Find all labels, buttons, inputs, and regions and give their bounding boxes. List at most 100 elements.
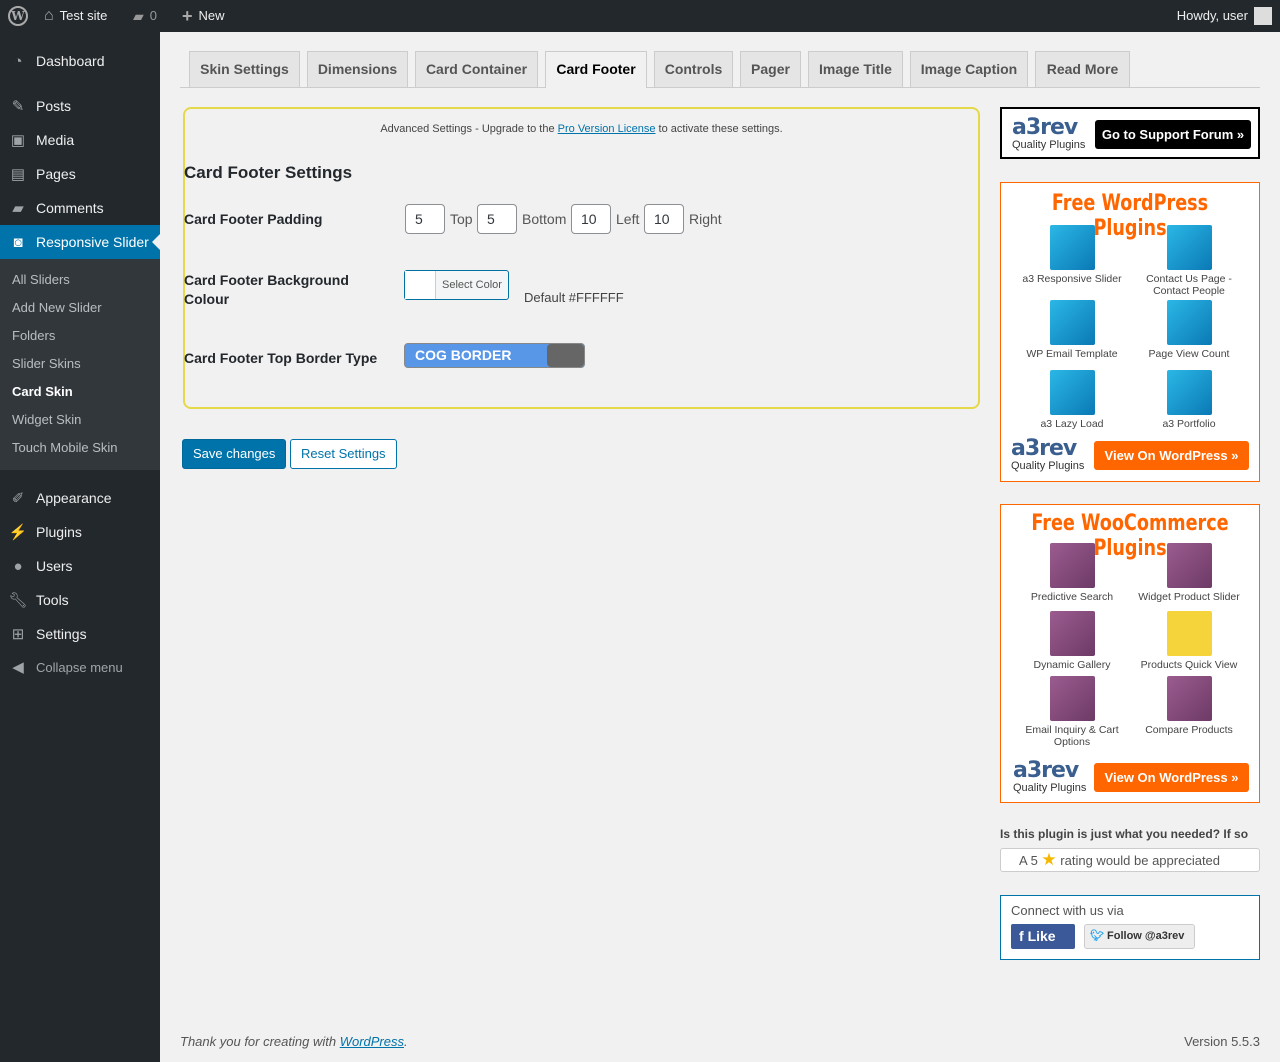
- submenu: All Sliders Add New Slider Folders Slide…: [0, 259, 160, 470]
- footer-thanks: Thank you for creating with WordPress.: [180, 1034, 408, 1049]
- support-panel: a3rev Quality Plugins Go to Support Forum…: [1000, 107, 1260, 159]
- admin-menu: ◔ Dashboard ✎ Posts ▣ Media ▤ Pages ▰ Comment…: [0, 32, 160, 1062]
- version-text: Version 5.5.3: [1184, 1034, 1260, 1049]
- padding-label: Card Footer Padding: [184, 211, 323, 227]
- border-type-label: Card Footer Top Border Type: [184, 350, 378, 366]
- plugin-compare-products[interactable]: Compare Products: [1130, 676, 1248, 736]
- admin-bar: W ⌂ Test site ▰ 0 + New Howdy, user: [0, 0, 1280, 32]
- padding-right-input[interactable]: 10: [644, 204, 684, 234]
- new-link[interactable]: + New: [182, 0, 225, 32]
- plugin-contact-us-page[interactable]: Contact Us Page - Contact People: [1130, 225, 1248, 297]
- switch-handle[interactable]: [547, 344, 584, 367]
- user-menu[interactable]: Howdy, user: [1177, 0, 1272, 32]
- rating-link[interactable]: A 5 ★ rating would be appreciated: [1000, 848, 1260, 872]
- menu-comments[interactable]: ▰ Comments: [0, 191, 160, 225]
- a3rev-logo: a3rev Quality Plugins: [1012, 115, 1086, 152]
- camera-icon: ◙: [13, 233, 23, 251]
- connect-panel: Connect with us via f Like 🐦︎ Follow @a3…: [1000, 895, 1260, 960]
- collapse-icon: ◀: [12, 659, 24, 676]
- connect-title: Connect with us via: [1011, 903, 1124, 918]
- padding-bottom-input[interactable]: 5: [477, 204, 517, 234]
- a3rev-logo: a3rev Quality Plugins: [1013, 758, 1087, 795]
- plugin-page-view-count[interactable]: Page View Count: [1130, 300, 1248, 360]
- facebook-icon: f: [1019, 928, 1028, 944]
- star-icon: ★: [1041, 850, 1057, 869]
- menu-appearance[interactable]: ✐ Appearance: [0, 481, 160, 515]
- plugin-a3-lazy-load[interactable]: a3 Lazy Load: [1013, 370, 1131, 430]
- menu-pages[interactable]: ▤ Pages: [0, 157, 160, 191]
- plugin-products-quick-view[interactable]: Products Quick View: [1130, 611, 1248, 671]
- comments-link[interactable]: ▰ 0: [133, 0, 157, 32]
- wrench-icon: 🔧︎: [8, 592, 28, 609]
- facebook-like-button[interactable]: f Like: [1011, 924, 1075, 949]
- menu-tools[interactable]: 🔧︎ Tools: [0, 583, 160, 617]
- menu-users[interactable]: ● Users: [0, 549, 160, 583]
- menu-posts[interactable]: ✎ Posts: [0, 89, 160, 123]
- plugin-icon: ⚡: [8, 524, 28, 541]
- plugin-wp-email-template[interactable]: WP Email Template: [1013, 300, 1131, 360]
- home-icon: ⌂: [44, 7, 54, 24]
- menu-responsive-slider[interactable]: ◙ Responsive Slider: [0, 225, 160, 259]
- tab-controls[interactable]: Controls: [654, 51, 733, 87]
- avatar: [1254, 7, 1272, 25]
- submenu-card-skin[interactable]: Card Skin: [12, 384, 73, 399]
- plugin-email-inquiry[interactable]: Email Inquiry & Cart Options: [1013, 676, 1131, 748]
- border-type-switch[interactable]: COG BORDER: [404, 343, 585, 368]
- save-button[interactable]: Save changes: [182, 439, 287, 469]
- tab-skin-settings[interactable]: Skin Settings: [189, 51, 300, 87]
- submenu-add-new-slider[interactable]: Add New Slider: [12, 300, 102, 315]
- twitter-icon: 🐦︎: [1090, 930, 1108, 942]
- bg-colour-label: Card Footer Background Colour: [184, 272, 349, 307]
- menu-media[interactable]: ▣ Media: [0, 123, 160, 157]
- submenu-widget-skin[interactable]: Widget Skin: [12, 412, 81, 427]
- pro-license-link[interactable]: Pro Version License: [558, 123, 656, 135]
- view-on-wordpress-button[interactable]: View On WordPress »: [1094, 763, 1249, 792]
- tab-image-caption[interactable]: Image Caption: [910, 51, 1028, 87]
- tab-card-container[interactable]: Card Container: [415, 51, 538, 87]
- tab-card-footer[interactable]: Card Footer: [545, 51, 647, 88]
- menu-dashboard[interactable]: ◔ Dashboard: [0, 44, 160, 78]
- wp-plugins-panel: Free WordPress Plugins a3 Responsive Sli…: [1000, 182, 1260, 482]
- padding-top-input[interactable]: 5: [405, 204, 445, 234]
- wordpress-link[interactable]: WordPress: [340, 1034, 404, 1049]
- menu-plugins[interactable]: ⚡ Plugins: [0, 515, 160, 549]
- padding-left-input[interactable]: 10: [571, 204, 611, 234]
- twitter-follow-button[interactable]: 🐦︎ Follow @a3rev: [1084, 924, 1195, 949]
- comment-icon: ▰: [133, 8, 144, 24]
- wordpress-logo-icon[interactable]: W: [8, 0, 28, 32]
- submenu-folders[interactable]: Folders: [12, 328, 55, 343]
- a3rev-logo: a3rev Quality Plugins: [1011, 436, 1085, 473]
- user-icon: ●: [13, 557, 23, 575]
- brush-icon: ✐: [11, 490, 25, 507]
- comments-icon: ▰: [12, 200, 24, 217]
- dashboard-icon: ◔: [13, 52, 23, 70]
- rating-question: Is this plugin is just what you needed? …: [1000, 827, 1249, 841]
- tab-pager[interactable]: Pager: [740, 51, 801, 87]
- submenu-all-sliders[interactable]: All Sliders: [12, 272, 70, 287]
- tab-read-more[interactable]: Read More: [1035, 51, 1130, 87]
- tab-dimensions[interactable]: Dimensions: [307, 51, 408, 87]
- collapse-menu[interactable]: ◀ Collapse menu: [0, 650, 160, 684]
- submenu-slider-skins[interactable]: Slider Skins: [12, 356, 81, 371]
- select-color-button[interactable]: Select Color: [404, 270, 509, 300]
- media-icon: ▣: [10, 132, 26, 149]
- top-label: Top: [450, 211, 473, 227]
- woo-plugins-panel: Free WooCommerce Plugins Predictive Sear…: [1000, 504, 1260, 803]
- pages-icon: ▤: [10, 166, 26, 183]
- default-color-text: Default #FFFFFF: [524, 290, 624, 305]
- plus-icon: +: [182, 6, 193, 26]
- view-on-wordpress-button[interactable]: View On WordPress »: [1094, 441, 1249, 470]
- site-link[interactable]: ⌂ Test site: [44, 0, 107, 32]
- support-forum-button[interactable]: Go to Support Forum »: [1095, 120, 1251, 149]
- tab-image-title[interactable]: Image Title: [808, 51, 903, 87]
- reset-button[interactable]: Reset Settings: [290, 439, 397, 469]
- plugin-predictive-search[interactable]: Predictive Search: [1013, 543, 1131, 603]
- color-swatch: [405, 271, 436, 299]
- plugin-widget-product-slider[interactable]: Widget Product Slider: [1130, 543, 1248, 603]
- plugin-a3-portfolio[interactable]: a3 Portfolio: [1130, 370, 1248, 430]
- plugin-dynamic-gallery[interactable]: Dynamic Gallery: [1013, 611, 1131, 671]
- pin-icon: ✎: [11, 98, 25, 115]
- submenu-touch-mobile-skin[interactable]: Touch Mobile Skin: [12, 440, 118, 455]
- plugin-a3-responsive-slider[interactable]: a3 Responsive Slider: [1013, 225, 1131, 285]
- menu-settings[interactable]: ⊞ Settings: [0, 617, 160, 651]
